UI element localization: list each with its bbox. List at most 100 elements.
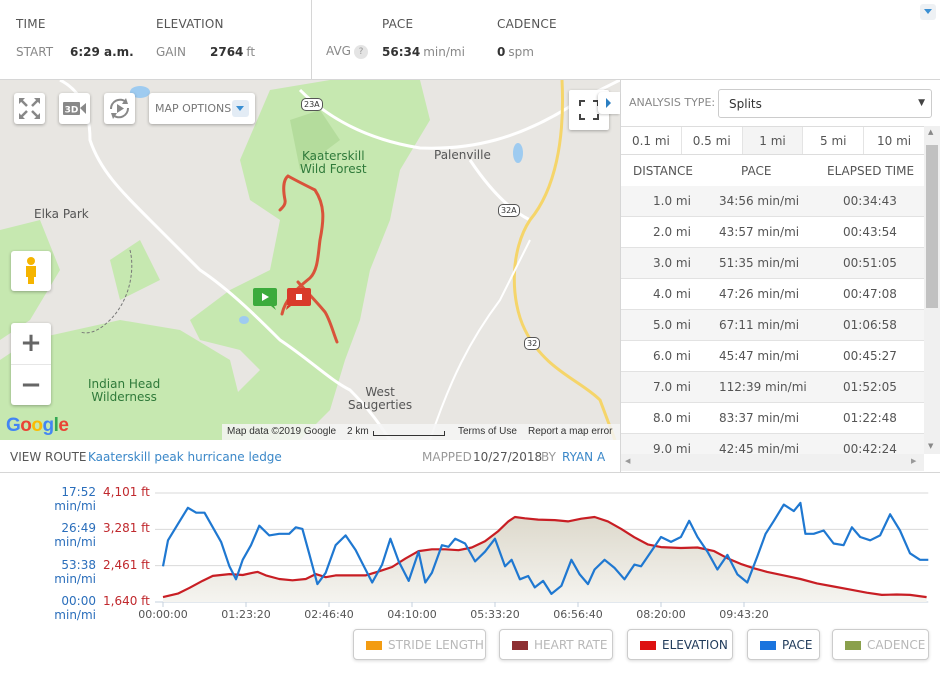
split-row[interactable]: 1.0 mi 34:56 min/mi 00:34:43	[621, 186, 924, 217]
column-distance[interactable]: DISTANCE	[633, 164, 693, 178]
zoom-control: + −	[11, 323, 51, 405]
route-map[interactable]: Kaaterskill Wild Forest Palenville Elka P…	[0, 80, 620, 440]
avg-pace-value: 56:34 min/mi	[382, 45, 465, 59]
x-tick-label: 08:20:00	[636, 608, 686, 621]
3d-button[interactable]: 3D	[59, 93, 90, 124]
column-elapsed-time[interactable]: ELAPSED TIME	[827, 164, 914, 178]
scale-bar	[373, 431, 445, 436]
place-west-saugerties: West Saugerties	[348, 386, 412, 412]
elevation-gain-value: 2764 ft	[210, 45, 255, 59]
fullscreen-button[interactable]	[14, 93, 45, 124]
map-attribution: Map data ©2019 Google 2 km Terms of Use …	[222, 424, 620, 440]
analysis-type-label: ANALYSIS TYPE:	[629, 96, 716, 109]
split-distance: 3.0 mi	[653, 256, 691, 270]
scrollbar-thumb[interactable]	[926, 145, 938, 308]
map-data-text: Map data ©2019 Google	[227, 426, 337, 437]
cadence-value: 0 spm	[497, 45, 534, 59]
avg-pace-number: 56:34	[382, 45, 421, 59]
x-tick-label: 00:00:00	[138, 608, 188, 621]
author-link[interactable]: RYAN A	[562, 450, 605, 464]
caret-down-icon[interactable]	[920, 4, 936, 20]
replay-button[interactable]	[104, 93, 135, 124]
scroll-right-icon[interactable]: ▶	[911, 457, 916, 465]
cadence-heading: CADENCE	[497, 17, 557, 31]
cadence-number: 0	[497, 45, 506, 59]
y-axis-pace-label: 17:52 min/mi	[54, 485, 96, 513]
split-row[interactable]: 2.0 mi 43:57 min/mi 00:43:54	[621, 217, 924, 248]
place-kaaterskill-line2: Wild Forest	[300, 162, 367, 176]
map-options-label: MAP OPTIONS	[155, 102, 232, 115]
street-view-pegman[interactable]	[11, 251, 51, 291]
scroll-down-icon[interactable]: ▼	[928, 442, 933, 450]
road-minor	[429, 239, 531, 440]
split-elapsed-time: 00:43:54	[843, 225, 897, 239]
split-row[interactable]: 8.0 mi 83:37 min/mi 01:22:48	[621, 403, 924, 434]
zoom-out-button[interactable]: −	[11, 364, 51, 404]
split-pace: 51:35 min/mi	[719, 256, 800, 270]
x-tick-label: 05:33:20	[470, 608, 520, 621]
panel-toggle-icon[interactable]	[598, 92, 620, 114]
legend-swatch	[366, 641, 382, 650]
legend-swatch	[512, 641, 528, 650]
y-axis-pace-label: 00:00 min/mi	[54, 594, 96, 622]
3d-camera-icon: 3D	[63, 102, 86, 116]
split-elapsed-time: 01:06:58	[843, 318, 897, 332]
route-info-bar: VIEW ROUTE Kaaterskill peak hurricane le…	[0, 440, 620, 473]
start-marker-icon[interactable]	[253, 288, 279, 310]
legend-toggle-elevation[interactable]: ELEVATION	[627, 629, 733, 660]
split-tab[interactable]: 0.5 mi	[682, 127, 743, 154]
split-elapsed-time: 01:52:05	[843, 380, 897, 394]
split-distance: 1.0 mi	[653, 194, 691, 208]
scroll-up-icon[interactable]: ▲	[928, 128, 933, 136]
vertical-scrollbar[interactable]: ▲ ▼	[924, 126, 940, 454]
split-tab[interactable]: 5 mi	[803, 127, 865, 154]
place-indian-head: Indian Head Wilderness	[88, 378, 160, 404]
legend-label: ELEVATION	[662, 638, 728, 652]
help-icon[interactable]: ?	[353, 45, 368, 59]
elevation-gain-unit: ft	[246, 45, 256, 59]
split-row[interactable]: 4.0 mi 47:26 min/mi 00:47:08	[621, 279, 924, 310]
split-distance: 8.0 mi	[653, 411, 691, 425]
time-heading: TIME	[16, 17, 46, 31]
start-label: START	[16, 45, 54, 59]
terms-link[interactable]: Terms of Use	[458, 426, 517, 437]
pace-heading: PACE	[382, 17, 414, 31]
legend-toggle-heart-rate[interactable]: HEART RATE	[499, 629, 613, 660]
split-row[interactable]: 3.0 mi 51:35 min/mi 00:51:05	[621, 248, 924, 279]
lake-palenville	[513, 143, 523, 163]
y-axis-elevation-label: 3,281 ft	[103, 521, 150, 536]
legend-toggle-pace[interactable]: PACE	[747, 629, 820, 660]
report-map-error-link[interactable]: Report a map error	[528, 426, 612, 437]
avg-label: AVG	[326, 44, 351, 58]
scroll-left-icon[interactable]: ◀	[625, 457, 630, 465]
split-row[interactable]: 9.0 mi 42:45 min/mi 00:42:24	[621, 434, 924, 454]
split-distance: 4.0 mi	[653, 287, 691, 301]
route-name-link[interactable]: Kaaterskill peak hurricane ledge	[88, 450, 282, 464]
route-shield-32a: 32A	[498, 204, 520, 217]
elevation-heading: ELEVATION	[156, 17, 224, 31]
route-shield-23a: 23A	[301, 98, 323, 111]
split-row[interactable]: 6.0 mi 45:47 min/mi 00:45:27	[621, 341, 924, 372]
view-route-label: VIEW ROUTE	[10, 450, 87, 464]
split-pace: 67:11 min/mi	[719, 318, 800, 332]
column-pace[interactable]: PACE	[741, 164, 771, 178]
split-elapsed-time: 00:42:24	[843, 442, 897, 454]
activity-chart[interactable]: 00:00 min/mi 1,640 ft 53:38 min/mi 2,461 ft…	[0, 474, 940, 629]
split-tab[interactable]: 1 mi	[742, 127, 804, 154]
split-row[interactable]: 7.0 mi 112:39 min/mi 01:52:05	[621, 372, 924, 403]
analysis-type-select[interactable]: Splits	[718, 89, 932, 118]
zoom-in-button[interactable]: +	[11, 323, 51, 363]
y-axis-elevation-label: 1,640 ft	[103, 594, 150, 608]
split-elapsed-time: 00:45:27	[843, 349, 897, 363]
legend-toggle-cadence[interactable]: CADENCE	[832, 629, 929, 660]
splits-table-header: DISTANCE PACE ELAPSED TIME	[621, 156, 924, 187]
horizontal-scrollbar[interactable]: ◀ ▶	[621, 454, 924, 471]
expand-arrows-icon	[19, 98, 40, 119]
map-options-button[interactable]: MAP OPTIONS	[149, 93, 255, 124]
legend-toggle-stride-length[interactable]: STRIDE LENGTH	[353, 629, 486, 660]
split-pace: 45:47 min/mi	[719, 349, 800, 363]
split-tab[interactable]: 0.1 mi	[621, 127, 682, 154]
end-marker-icon[interactable]	[286, 288, 312, 310]
split-tab[interactable]: 10 mi	[864, 127, 924, 154]
split-row[interactable]: 5.0 mi 67:11 min/mi 01:06:58	[621, 310, 924, 341]
